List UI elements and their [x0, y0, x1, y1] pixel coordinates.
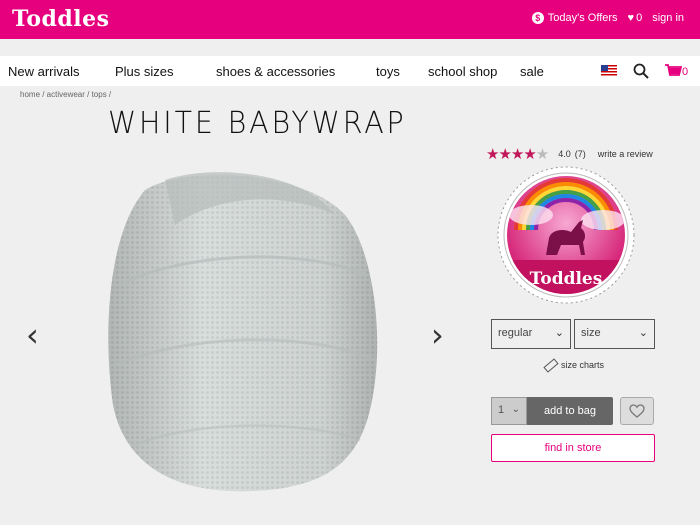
dollar-coin-icon: $ — [531, 12, 544, 24]
nav-item-shoes-accessories[interactable]: shoes & accessories — [216, 64, 335, 79]
breadcrumb[interactable]: home / activewear / tops / — [20, 90, 111, 99]
cart-count: 0 — [682, 66, 689, 78]
search-icon[interactable] — [633, 63, 649, 79]
nav-item-school-shop[interactable]: school shop — [428, 64, 497, 79]
todays-offers-label: Today's Offers — [547, 12, 618, 24]
heart-icon: ♥ — [627, 12, 635, 24]
toddles-unicorn-badge: Toddles — [497, 166, 635, 304]
chevron-down-icon: ⌄ — [511, 404, 520, 415]
nav-item-toys[interactable]: toys — [376, 64, 400, 79]
find-in-store-button[interactable]: find in store — [491, 434, 655, 462]
sign-in-link[interactable]: sign in — [652, 12, 684, 24]
top-links: $ Today's Offers ♥ 0 sign in — [522, 12, 684, 24]
quantity-value: 1 — [498, 404, 505, 416]
rating-count: (7) — [574, 149, 586, 159]
wishlist-link[interactable]: ♥ 0 — [628, 12, 643, 24]
quantity-select[interactable]: 1 ⌄ — [491, 397, 527, 425]
nav-item-plus-sizes[interactable]: Plus sizes — [115, 64, 174, 79]
product-image — [108, 172, 378, 492]
size-select-value: size — [581, 327, 601, 339]
prev-image-arrow[interactable]: ‹ — [26, 316, 39, 354]
wishlist-count: 0 — [636, 12, 643, 24]
badge-logo-text: Toddles — [530, 269, 603, 289]
size-charts-link[interactable]: size charts — [543, 357, 605, 373]
next-image-arrow[interactable]: › — [431, 316, 444, 354]
ruler-icon — [543, 357, 559, 373]
write-review-link[interactable]: write a review — [598, 149, 653, 159]
size-charts-label: size charts — [561, 360, 605, 370]
rating-value: 4.0 — [558, 149, 571, 159]
cart-icon[interactable] — [664, 63, 682, 79]
fit-select[interactable]: regular ⌄ — [491, 319, 571, 349]
heart-outline-icon — [629, 404, 645, 418]
add-to-bag-button[interactable]: add to bag — [527, 397, 613, 425]
todays-offers-link[interactable]: $ Today's Offers — [531, 12, 618, 24]
chevron-down-icon: ⌄ — [638, 327, 648, 339]
chevron-down-icon: ⌄ — [554, 327, 564, 339]
wishlist-button[interactable] — [620, 397, 654, 425]
size-select[interactable]: size ⌄ — [574, 319, 655, 349]
top-bar: Toddles $ Today's Offers ♥ 0 sign in — [0, 0, 700, 39]
product-title: WHITE BABYWRAP — [108, 106, 407, 141]
nav-item-sale[interactable]: sale — [520, 64, 544, 79]
us-flag-icon[interactable] — [601, 65, 617, 76]
site-logo[interactable]: Toddles — [12, 6, 110, 32]
nav-item-new-arrivals[interactable]: New arrivals — [8, 64, 80, 79]
fit-select-value: regular — [498, 327, 533, 339]
main-nav: New arrivals Plus sizes shoes & accessor… — [0, 56, 700, 86]
